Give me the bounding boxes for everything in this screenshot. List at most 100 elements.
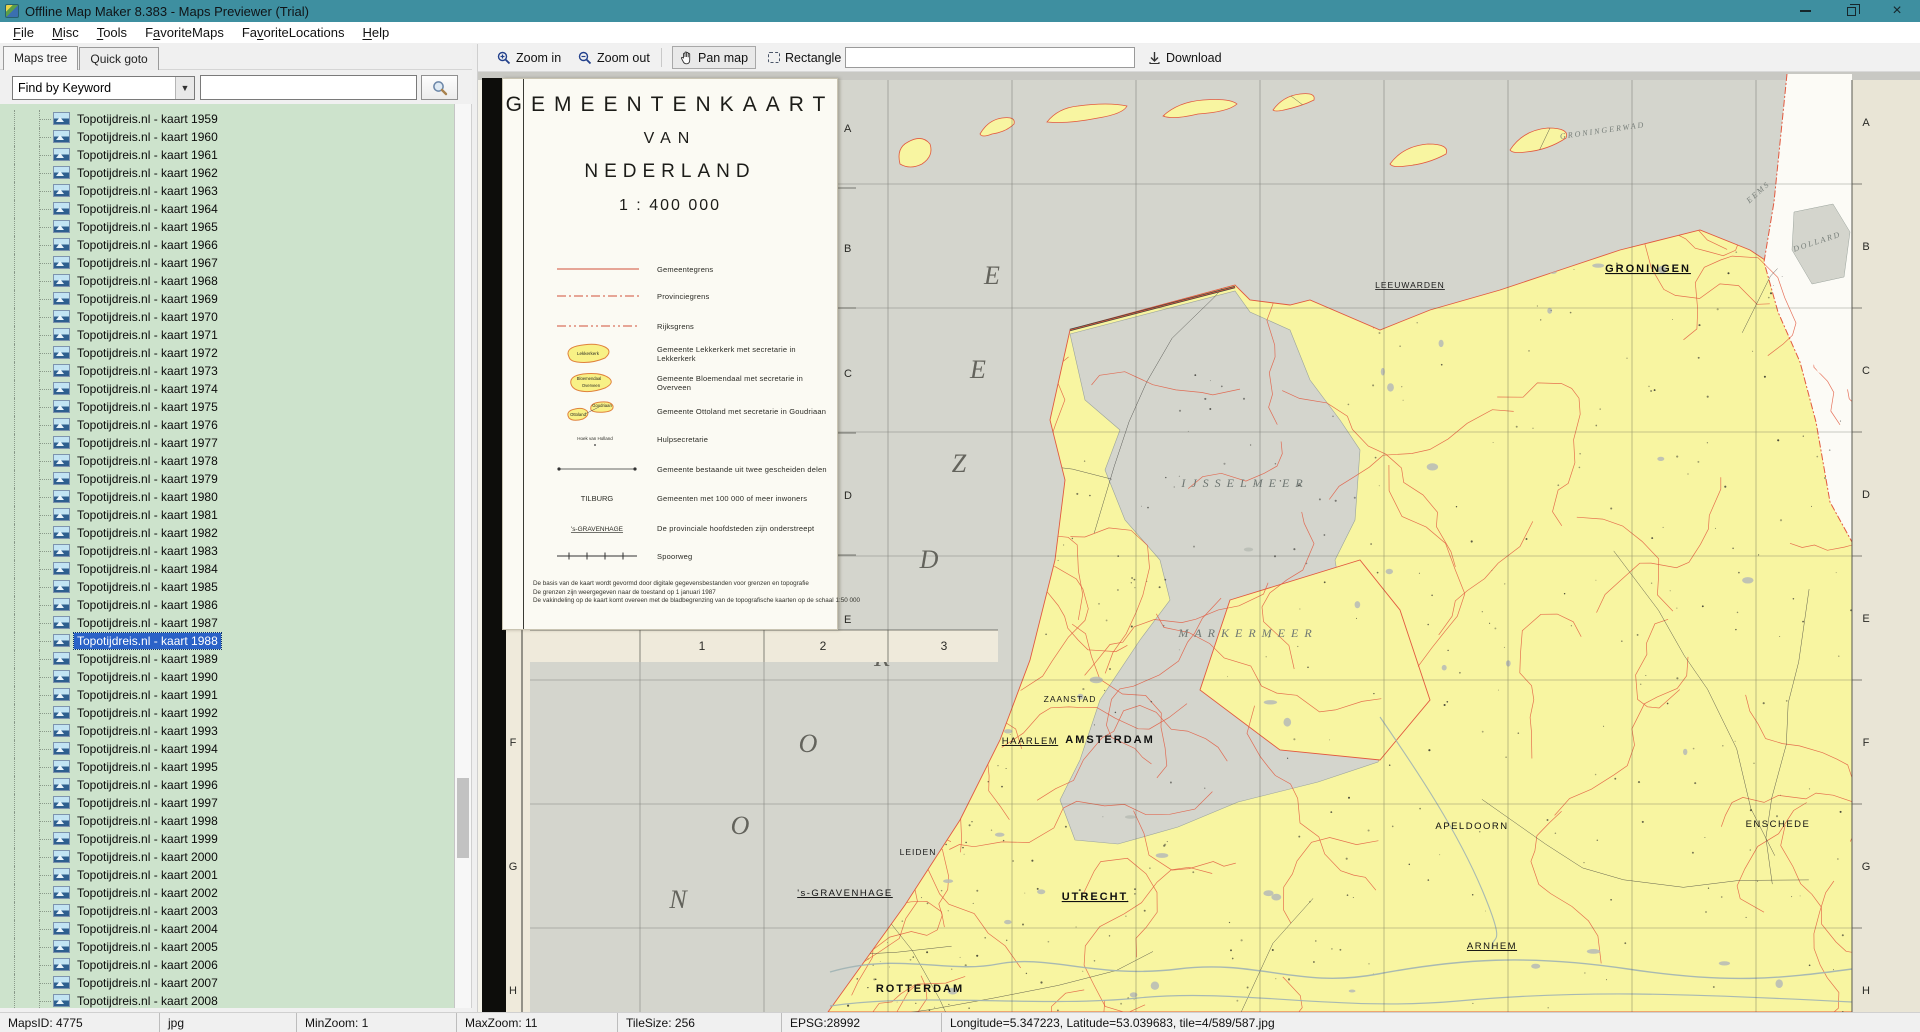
minimize-icon xyxy=(1800,10,1811,12)
tree-item[interactable]: Topotijdreis.nl - kaart 1966 xyxy=(0,236,454,254)
menu-item-misc[interactable]: Misc xyxy=(43,23,88,42)
tree-item[interactable]: Topotijdreis.nl - kaart 1969 xyxy=(0,290,454,308)
tree-item[interactable]: Topotijdreis.nl - kaart 1974 xyxy=(0,380,454,398)
tree-item[interactable]: Topotijdreis.nl - kaart 1990 xyxy=(0,668,454,686)
tree-item[interactable]: Topotijdreis.nl - kaart 1965 xyxy=(0,218,454,236)
search-input[interactable] xyxy=(200,75,417,100)
tree-item[interactable]: Topotijdreis.nl - kaart 1973 xyxy=(0,362,454,380)
tree-item[interactable]: Topotijdreis.nl - kaart 1964 xyxy=(0,200,454,218)
tree-item[interactable]: Topotijdreis.nl - kaart 1986 xyxy=(0,596,454,614)
tree-item[interactable]: Topotijdreis.nl - kaart 1967 xyxy=(0,254,454,272)
tree-connector xyxy=(39,317,51,318)
column-number: 1 xyxy=(699,639,706,653)
tree-connector xyxy=(39,821,51,822)
maps-tree[interactable]: Topotijdreis.nl - kaart 1959Topotijdreis… xyxy=(0,104,455,1008)
tree-item[interactable]: Topotijdreis.nl - kaart 1978 xyxy=(0,452,454,470)
tab-maps-tree[interactable]: Maps tree xyxy=(3,46,78,70)
tree-item[interactable]: Topotijdreis.nl - kaart 1987 xyxy=(0,614,454,632)
zoom-in-button[interactable]: Zoom in xyxy=(489,46,569,69)
find-by-keyword-combo[interactable]: Find by Keyword ▼ xyxy=(12,76,195,100)
legend-item: Spoorweg xyxy=(539,543,831,569)
tree-item[interactable]: Topotijdreis.nl - kaart 1991 xyxy=(0,686,454,704)
tree-item[interactable]: Topotijdreis.nl - kaart 1996 xyxy=(0,776,454,794)
tree-item[interactable]: Topotijdreis.nl - kaart 1997 xyxy=(0,794,454,812)
tree-item[interactable]: Topotijdreis.nl - kaart 1981 xyxy=(0,506,454,524)
tree-item[interactable]: Topotijdreis.nl - kaart 2004 xyxy=(0,920,454,938)
tree-item[interactable]: Topotijdreis.nl - kaart 1977 xyxy=(0,434,454,452)
map-thumbnail-icon xyxy=(53,958,70,971)
tree-guide-line xyxy=(14,110,15,128)
map-thumbnail-icon xyxy=(53,490,70,503)
tree-item[interactable]: Topotijdreis.nl - kaart 1960 xyxy=(0,128,454,146)
tree-item[interactable]: Topotijdreis.nl - kaart 1993 xyxy=(0,722,454,740)
window-title: Offline Map Maker 8.383 - Maps Previewer… xyxy=(25,4,309,19)
pan-map-button[interactable]: Pan map xyxy=(672,46,756,69)
menu-item-tools[interactable]: Tools xyxy=(88,23,136,42)
tree-item[interactable]: Topotijdreis.nl - kaart 1968 xyxy=(0,272,454,290)
tree-item[interactable]: Topotijdreis.nl - kaart 1963 xyxy=(0,182,454,200)
rectangle-button[interactable]: Rectangle xyxy=(760,46,849,69)
download-range-input[interactable] xyxy=(845,47,1135,68)
legend-item-label: Hulpsecretarie xyxy=(657,435,708,444)
tree-item[interactable]: Topotijdreis.nl - kaart 1980 xyxy=(0,488,454,506)
tree-connector xyxy=(39,371,51,372)
restore-button[interactable] xyxy=(1828,0,1874,22)
tree-scrollbar-thumb[interactable] xyxy=(457,778,469,858)
menu-item-favoritemaps[interactable]: FavoriteMaps xyxy=(136,23,233,42)
tree-scrollbar[interactable] xyxy=(455,104,472,1008)
map-viewport[interactable]: IJSSELMEERMARKERMEERGRONINGERWADEEMSDOLL… xyxy=(478,72,1920,1012)
tree-item[interactable]: Topotijdreis.nl - kaart 1976 xyxy=(0,416,454,434)
tree-item[interactable]: Topotijdreis.nl - kaart 1962 xyxy=(0,164,454,182)
tree-item[interactable]: Topotijdreis.nl - kaart 1983 xyxy=(0,542,454,560)
menu-item-help[interactable]: Help xyxy=(353,23,398,42)
zoom-out-icon xyxy=(578,51,592,65)
tree-guide-line xyxy=(14,902,15,920)
tree-item[interactable]: Topotijdreis.nl - kaart 2005 xyxy=(0,938,454,956)
minimize-button[interactable] xyxy=(1782,0,1828,22)
tree-item[interactable]: Topotijdreis.nl - kaart 1995 xyxy=(0,758,454,776)
tree-guide-line xyxy=(14,218,15,236)
tree-item[interactable]: Topotijdreis.nl - kaart 1989 xyxy=(0,650,454,668)
tree-item[interactable]: Topotijdreis.nl - kaart 1972 xyxy=(0,344,454,362)
tree-item[interactable]: Topotijdreis.nl - kaart 2006 xyxy=(0,956,454,974)
tree-item[interactable]: Topotijdreis.nl - kaart 1984 xyxy=(0,560,454,578)
close-button[interactable]: × xyxy=(1874,0,1920,22)
map-thumbnail-icon xyxy=(53,796,70,809)
map-thumbnail-icon xyxy=(53,256,70,269)
tab-quick-goto[interactable]: Quick goto xyxy=(79,47,158,70)
map-thumbnail-icon xyxy=(53,472,70,485)
menu-item-file[interactable]: File xyxy=(4,23,43,42)
tree-item[interactable]: Topotijdreis.nl - kaart 2002 xyxy=(0,884,454,902)
tree-item[interactable]: Topotijdreis.nl - kaart 1959 xyxy=(0,110,454,128)
tree-item[interactable]: Topotijdreis.nl - kaart 1961 xyxy=(0,146,454,164)
combo-dropdown-arrow-icon[interactable]: ▼ xyxy=(175,77,194,99)
zoom-out-button[interactable]: Zoom out xyxy=(570,46,658,69)
tree-item[interactable]: Topotijdreis.nl - kaart 1994 xyxy=(0,740,454,758)
tree-item[interactable]: Topotijdreis.nl - kaart 1979 xyxy=(0,470,454,488)
tree-item-label: Topotijdreis.nl - kaart 1978 xyxy=(74,453,221,469)
tree-item-label: Topotijdreis.nl - kaart 1976 xyxy=(74,417,221,433)
tree-item[interactable]: Topotijdreis.nl - kaart 1999 xyxy=(0,830,454,848)
tree-connector xyxy=(39,749,51,750)
tree-item[interactable]: Topotijdreis.nl - kaart 1988 xyxy=(0,632,454,650)
tree-item[interactable]: Topotijdreis.nl - kaart 2008 xyxy=(0,992,454,1008)
menu-item-favoritelocations[interactable]: FavoriteLocations xyxy=(233,23,354,42)
download-button[interactable]: Download xyxy=(1140,46,1230,69)
search-button[interactable] xyxy=(421,75,458,100)
tree-item[interactable]: Topotijdreis.nl - kaart 1998 xyxy=(0,812,454,830)
tree-item[interactable]: Topotijdreis.nl - kaart 1992 xyxy=(0,704,454,722)
map-thumbnail-icon xyxy=(53,670,70,683)
tree-item[interactable]: Topotijdreis.nl - kaart 1982 xyxy=(0,524,454,542)
tree-item[interactable]: Topotijdreis.nl - kaart 1970 xyxy=(0,308,454,326)
tree-guide-line xyxy=(14,992,15,1008)
tree-item[interactable]: Topotijdreis.nl - kaart 1975 xyxy=(0,398,454,416)
tree-item[interactable]: Topotijdreis.nl - kaart 2000 xyxy=(0,848,454,866)
tree-item[interactable]: Topotijdreis.nl - kaart 1971 xyxy=(0,326,454,344)
tree-item-label: Topotijdreis.nl - kaart 1987 xyxy=(74,615,221,631)
legend-item: Gemeente bestaande uit twee gescheiden d… xyxy=(539,456,831,482)
tree-item[interactable]: Topotijdreis.nl - kaart 2001 xyxy=(0,866,454,884)
tree-item[interactable]: Topotijdreis.nl - kaart 2007 xyxy=(0,974,454,992)
tree-item-label: Topotijdreis.nl - kaart 1974 xyxy=(74,381,221,397)
tree-item[interactable]: Topotijdreis.nl - kaart 2003 xyxy=(0,902,454,920)
tree-item[interactable]: Topotijdreis.nl - kaart 1985 xyxy=(0,578,454,596)
